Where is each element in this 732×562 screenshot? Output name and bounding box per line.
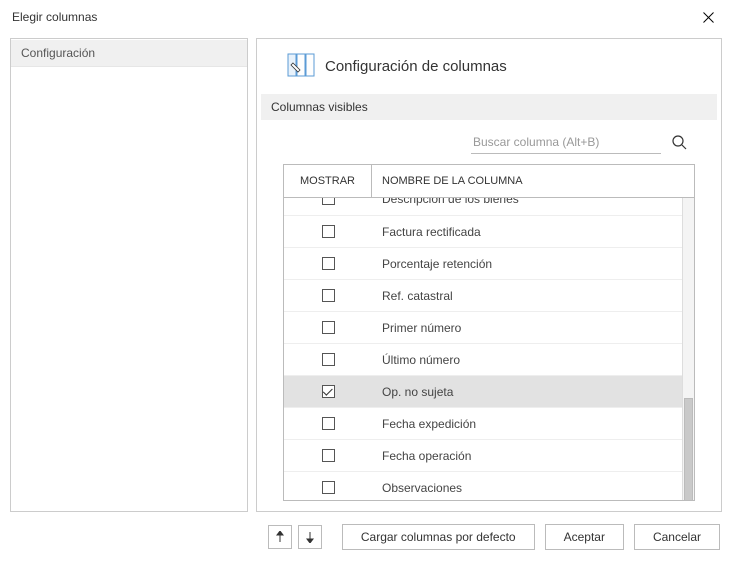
- grid-header: MOSTRAR NOMBRE DE LA COLUMNA: [284, 165, 694, 198]
- search-button[interactable]: [667, 130, 691, 154]
- dialog-footer: Cargar columnas por defecto Aceptar Canc…: [0, 516, 732, 562]
- row-name-cell: Primer número: [372, 321, 682, 335]
- titlebar: Elegir columnas: [0, 0, 732, 30]
- scrollbar-thumb[interactable]: [684, 398, 693, 500]
- show-checkbox[interactable]: [322, 353, 335, 366]
- row-name-cell: Observaciones: [372, 481, 682, 495]
- section-header: Configuración de columnas: [259, 49, 719, 94]
- sidebar-item-configuracion[interactable]: Configuración: [11, 39, 247, 67]
- load-defaults-button[interactable]: Cargar columnas por defecto: [342, 524, 535, 550]
- row-show-cell: [284, 481, 372, 494]
- row-name-cell: Factura rectificada: [372, 225, 682, 239]
- dialog-title: Elegir columnas: [12, 10, 97, 24]
- table-row[interactable]: Ref. catastral: [284, 280, 682, 312]
- grid-body: Descripción de los bienes Factura rectifi…: [284, 198, 694, 500]
- table-row[interactable]: Descripción de los bienes: [284, 198, 682, 216]
- table-row[interactable]: Observaciones: [284, 472, 682, 500]
- dialog-body: Configuración Configuración de columnas …: [0, 30, 732, 516]
- table-row[interactable]: Porcentaje retención: [284, 248, 682, 280]
- show-checkbox[interactable]: [322, 481, 335, 494]
- row-name-cell: Fecha expedición: [372, 417, 682, 431]
- show-checkbox[interactable]: [322, 198, 335, 205]
- show-checkbox[interactable]: [322, 321, 335, 334]
- show-checkbox[interactable]: [322, 257, 335, 270]
- row-name-cell: Op. no sujeta: [372, 385, 682, 399]
- row-name-cell: Descripción de los bienes: [372, 200, 682, 214]
- column-header-name[interactable]: NOMBRE DE LA COLUMNA: [372, 165, 694, 197]
- move-up-button[interactable]: [268, 525, 292, 549]
- row-show-cell: [284, 225, 372, 238]
- move-down-button[interactable]: [298, 525, 322, 549]
- reorder-buttons: [268, 525, 322, 549]
- columns-grid: MOSTRAR NOMBRE DE LA COLUMNA Descripción…: [283, 164, 695, 501]
- cancel-button[interactable]: Cancelar: [634, 524, 720, 550]
- row-show-cell: [284, 321, 372, 334]
- columns-icon: [287, 53, 315, 80]
- table-row[interactable]: Factura rectificada: [284, 216, 682, 248]
- sidebar: Configuración: [10, 38, 248, 512]
- table-row[interactable]: Op. no sujeta: [284, 376, 682, 408]
- ok-button[interactable]: Aceptar: [545, 524, 624, 550]
- row-show-cell: [284, 200, 372, 213]
- subsection-header: Columnas visibles: [261, 94, 717, 120]
- row-show-cell: [284, 289, 372, 302]
- table-row[interactable]: Primer número: [284, 312, 682, 344]
- column-header-show[interactable]: MOSTRAR: [284, 165, 372, 197]
- search-row: [259, 120, 719, 160]
- row-name-cell: Porcentaje retención: [372, 257, 682, 271]
- grid-rows: Descripción de los bienes Factura rectifi…: [284, 198, 682, 500]
- table-row[interactable]: Fecha operación: [284, 440, 682, 472]
- row-show-cell: [284, 449, 372, 462]
- row-name-cell: Ref. catastral: [372, 289, 682, 303]
- show-checkbox[interactable]: [322, 417, 335, 430]
- row-show-cell: [284, 385, 372, 398]
- show-checkbox[interactable]: [322, 385, 335, 398]
- row-name-cell: Fecha operación: [372, 449, 682, 463]
- row-show-cell: [284, 353, 372, 366]
- main-panel: Configuración de columnas Columnas visib…: [256, 38, 722, 512]
- search-input[interactable]: [471, 131, 661, 154]
- row-name-cell: Último número: [372, 353, 682, 367]
- section-title: Configuración de columnas: [325, 58, 507, 75]
- show-checkbox[interactable]: [322, 225, 335, 238]
- table-row[interactable]: Último número: [284, 344, 682, 376]
- row-show-cell: [284, 257, 372, 270]
- show-checkbox[interactable]: [322, 289, 335, 302]
- dialog-choose-columns: Elegir columnas Configuración Configurac…: [0, 0, 732, 562]
- row-show-cell: [284, 417, 372, 430]
- table-row[interactable]: Fecha expedición: [284, 408, 682, 440]
- close-button[interactable]: [694, 6, 722, 28]
- vertical-scrollbar[interactable]: [682, 198, 694, 500]
- show-checkbox[interactable]: [322, 449, 335, 462]
